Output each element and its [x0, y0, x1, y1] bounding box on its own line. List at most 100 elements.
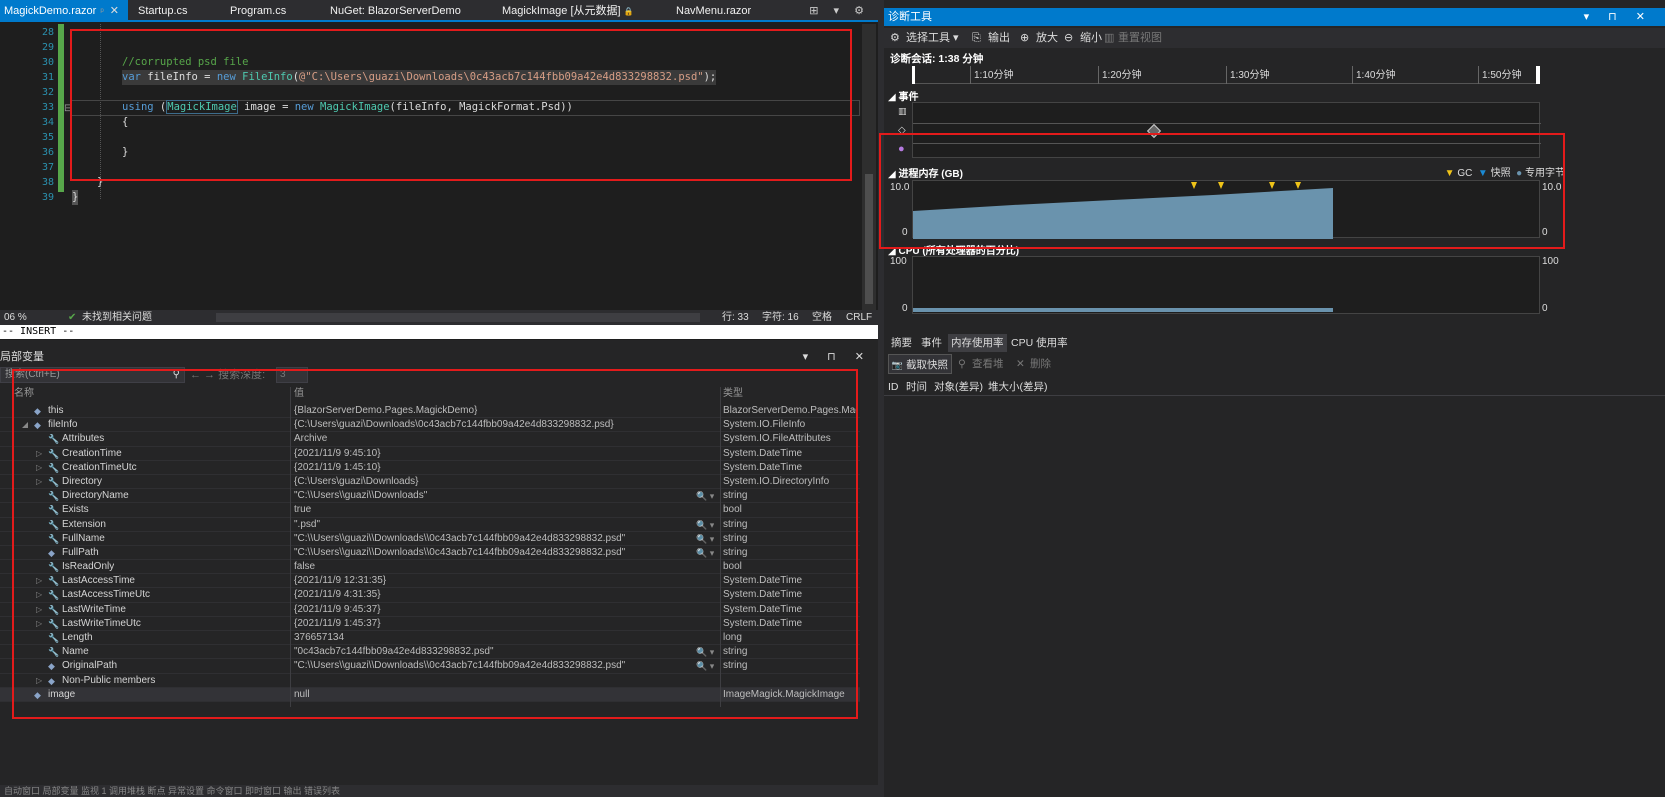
memory-chart[interactable]: [912, 180, 1540, 239]
event-diamond-icon[interactable]: [1146, 123, 1162, 139]
locals-row[interactable]: ◢ ◆ fileInfo {C:\Users\guazi\Downloads\0c43…: [0, 418, 860, 433]
var-value[interactable]: {C:\Users\guazi\Downloads}: [294, 475, 419, 489]
locals-row[interactable]: 🔧 IsReadOnly false bool: [0, 560, 860, 575]
var-value[interactable]: {2021/11/9 12:31:35}: [294, 574, 386, 588]
cpu-chart[interactable]: [912, 256, 1540, 314]
tab-magickdemo-razor[interactable]: MagickDemo.razor ᵖ ✕: [0, 0, 128, 22]
code-editor[interactable]: MagickDemo.razor ᵖ ✕ Startup.cs Program.cs…: [0, 0, 878, 325]
var-value[interactable]: false: [294, 560, 315, 574]
var-value[interactable]: true: [294, 503, 311, 517]
var-value[interactable]: "C:\\Users\\guazi\\Downloads\\0c43acb7c1…: [294, 659, 625, 673]
text-visualizer-icon[interactable]: 🔍 ▾: [696, 489, 714, 503]
ruler-end-marker[interactable]: [1536, 66, 1540, 84]
var-value[interactable]: {2021/11/9 1:45:37}: [294, 617, 381, 631]
view-heap-button[interactable]: 查看堆: [972, 354, 1004, 374]
locals-row[interactable]: ▷ 🔧 Directory {C:\Users\guazi\Downloads} Sys…: [0, 475, 860, 490]
text-visualizer-icon[interactable]: 🔍 ▾: [696, 659, 714, 673]
code-area[interactable]: //corrupted psd file var fileInfo = new …: [70, 24, 860, 286]
locals-row[interactable]: ▷ 🔧 LastWriteTime {2021/11/9 9:45:37} System…: [0, 603, 860, 617]
events-section-label[interactable]: ◢ 事件: [888, 88, 918, 103]
var-value[interactable]: null: [294, 688, 310, 702]
select-tools-button[interactable]: 选择工具 ▾: [906, 28, 959, 48]
expand-toggle-icon[interactable]: ▷: [36, 447, 42, 461]
tab-magickimage-metadata[interactable]: MagickImage [从元数据] 🔒: [502, 0, 634, 22]
tab-controls[interactable]: ⊞ ▾ ⚙: [809, 4, 870, 17]
locals-row[interactable]: ▷ 🔧 CreationTimeUtc {2021/11/9 1:45:10} Syst…: [0, 461, 860, 475]
locals-row[interactable]: ▷ 🔧 LastAccessTime {2021/11/9 12:31:35} Syst…: [0, 574, 860, 589]
memory-section-label[interactable]: ◢ 进程内存 (GB): [888, 165, 963, 180]
col-value[interactable]: 值: [294, 387, 304, 401]
column-divider[interactable]: [720, 387, 721, 707]
zoom-level[interactable]: 06 %: [4, 310, 27, 325]
locals-row[interactable]: ▷ ◆ Non-Public members: [0, 674, 860, 688]
horizontal-scrollbar[interactable]: [216, 313, 700, 322]
expand-toggle-icon[interactable]: ▷: [36, 603, 42, 617]
var-value[interactable]: ".psd": [294, 518, 320, 532]
locals-row[interactable]: ◆ FullPath "C:\\Users\\guazi\\Downloads\\0…: [0, 546, 860, 561]
zoom-out-button[interactable]: 缩小: [1080, 28, 1102, 48]
close-icon[interactable]: ✕: [110, 5, 119, 17]
timeline-ruler[interactable]: 1:10分钟 1:20分钟 1:30分钟 1:40分钟 1:50分钟: [912, 66, 1540, 84]
col-time[interactable]: 时间: [906, 378, 927, 396]
var-value[interactable]: {2021/11/9 4:31:35}: [294, 588, 381, 602]
bottom-tab-strip[interactable]: 自动窗口 局部变量 监视 1 调用堆栈 断点 异常设置 命令窗口 即时窗口 输出…: [0, 785, 878, 797]
text-visualizer-icon[interactable]: 🔍 ▾: [696, 546, 714, 560]
locals-row[interactable]: ▷ 🔧 CreationTime {2021/11/9 9:45:10} System.…: [0, 447, 860, 461]
var-value[interactable]: {2021/11/9 9:45:37}: [294, 603, 381, 617]
expand-toggle-icon[interactable]: ▷: [36, 674, 42, 688]
col-objects-diff[interactable]: 对象(差异): [934, 378, 983, 396]
tab-events[interactable]: 事件: [918, 334, 945, 352]
editor-vertical-scrollbar[interactable]: [862, 24, 876, 314]
var-value[interactable]: {2021/11/9 9:45:10}: [294, 447, 381, 461]
take-snapshot-button[interactable]: 📷 截取快照: [888, 354, 952, 374]
cpu-section-label[interactable]: ◢ CPU (所有处理器的百分比): [888, 242, 1019, 257]
col-heap-size-diff[interactable]: 堆大小(差异): [988, 378, 1048, 396]
tab-navmenu-razor[interactable]: NavMenu.razor: [676, 0, 751, 22]
var-value[interactable]: {BlazorServerDemo.Pages.MagickDemo}: [294, 404, 477, 418]
search-depth-select[interactable]: 3: [276, 367, 308, 383]
scroll-thumb[interactable]: [865, 174, 873, 304]
locals-row[interactable]: 🔧 Extension ".psd" 🔍 ▾ string: [0, 518, 860, 532]
text-visualizer-icon[interactable]: 🔍 ▾: [696, 518, 714, 532]
pin-icon[interactable]: ᵖ: [100, 6, 103, 16]
output-button[interactable]: 输出: [988, 28, 1010, 48]
eol-indicator[interactable]: CRLF: [846, 310, 872, 325]
issues-status[interactable]: 未找到相关问题: [82, 310, 152, 325]
panel-controls[interactable]: ▾ ⊓ ✕: [1584, 8, 1653, 26]
search-icon[interactable]: ⚲: [173, 368, 180, 382]
whitespace-indicator[interactable]: 空格: [812, 310, 832, 325]
col-name[interactable]: 名称: [14, 387, 34, 401]
locals-row[interactable]: 🔧 Exists true bool: [0, 503, 860, 518]
var-value[interactable]: {2021/11/9 1:45:10}: [294, 461, 381, 475]
tab-memory-usage[interactable]: 内存使用率: [948, 334, 1007, 352]
reset-view-button[interactable]: 重置视图: [1118, 28, 1162, 48]
locals-row[interactable]: 🔧 Length 376657134 long: [0, 631, 860, 646]
var-value[interactable]: "0c43acb7c144fbb09a42e4d833298832.psd": [294, 645, 494, 659]
zoom-in-button[interactable]: 放大: [1036, 28, 1058, 48]
tab-summary[interactable]: 摘要: [888, 334, 915, 352]
text-visualizer-icon[interactable]: 🔍 ▾: [696, 645, 714, 659]
var-value[interactable]: "C:\\Users\\guazi\\Downloads\\0c43acb7c1…: [294, 532, 625, 546]
locals-row[interactable]: ◆ OriginalPath "C:\\Users\\guazi\\Download…: [0, 659, 860, 674]
tab-startup-cs[interactable]: Startup.cs: [138, 0, 188, 22]
col-type[interactable]: 类型: [723, 387, 743, 401]
locals-row[interactable]: ◆ this {BlazorServerDemo.Pages.MagickDemo}…: [0, 404, 860, 419]
locals-row[interactable]: 🔧 Attributes Archive System.IO.FileAttribut…: [0, 432, 860, 447]
locals-row[interactable]: ▷ 🔧 LastAccessTimeUtc {2021/11/9 4:31:35} Sy…: [0, 588, 860, 603]
var-value[interactable]: "C:\\Users\\guazi\\Downloads": [294, 489, 427, 503]
tab-program-cs[interactable]: Program.cs: [230, 0, 286, 22]
locals-row[interactable]: ▷ 🔧 LastWriteTimeUtc {2021/11/9 1:45:37} Sys…: [0, 617, 860, 631]
locals-row[interactable]: 🔧 DirectoryName "C:\\Users\\guazi\\Downloa…: [0, 489, 860, 504]
tab-nuget[interactable]: NuGet: BlazorServerDemo: [330, 0, 461, 22]
text-visualizer-icon[interactable]: 🔍 ▾: [696, 532, 714, 546]
panel-controls[interactable]: ▾ ⊓ ✕: [803, 348, 872, 366]
locals-row[interactable]: 🔧 FullName "C:\\Users\\guazi\\Downloads\\0…: [0, 532, 860, 546]
events-track[interactable]: [912, 102, 1541, 158]
column-divider[interactable]: [290, 387, 291, 707]
expand-toggle-icon[interactable]: ◢: [22, 418, 28, 432]
delete-button[interactable]: 删除: [1030, 354, 1051, 374]
col-id[interactable]: ID: [888, 378, 899, 396]
locals-row[interactable]: ◆ image null ImageMagick.MagickImage: [0, 687, 860, 702]
search-nav[interactable]: ← → 搜索深度:: [190, 367, 265, 383]
expand-toggle-icon[interactable]: ▷: [36, 574, 42, 588]
